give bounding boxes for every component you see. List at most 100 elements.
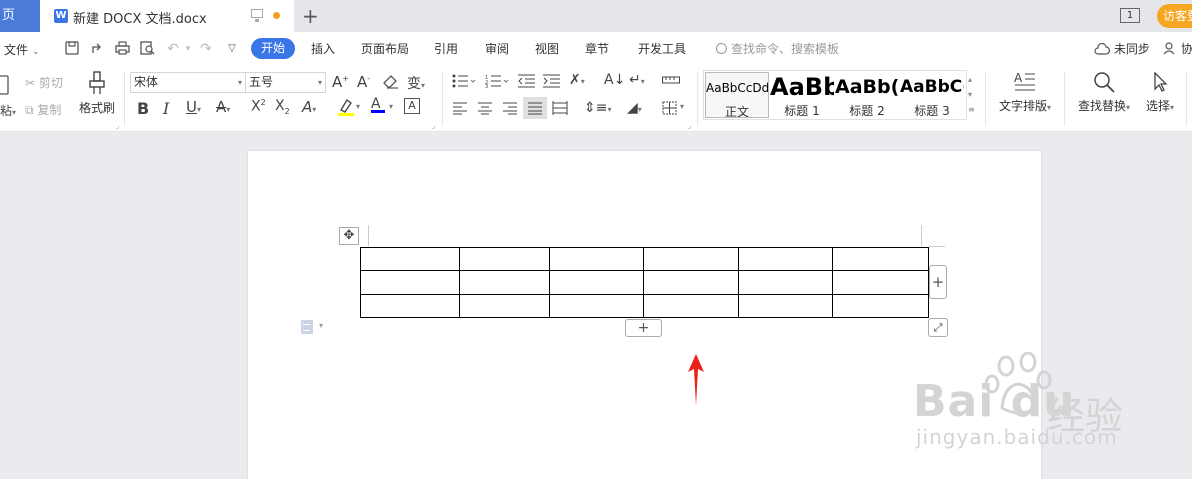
text-effects-icon[interactable]: A▾ bbox=[302, 98, 316, 116]
undo-dropdown-icon[interactable]: ▾ bbox=[180, 41, 196, 57]
visitor-login-button[interactable]: 访客登 bbox=[1157, 4, 1192, 28]
tab-page-layout[interactable]: 页面布局 bbox=[361, 40, 409, 57]
strikethrough-icon[interactable]: A▾ bbox=[216, 98, 230, 116]
table-cell[interactable] bbox=[643, 270, 740, 295]
table-cell[interactable] bbox=[458, 246, 550, 272]
bullet-list-icon[interactable] bbox=[452, 74, 476, 91]
distributed-align-icon[interactable] bbox=[552, 101, 568, 118]
table-cell[interactable] bbox=[360, 246, 460, 272]
shading-icon[interactable]: ◢▾ bbox=[627, 100, 642, 116]
chevron-down-icon[interactable]: ▾ bbox=[389, 102, 393, 111]
copy-button[interactable]: ⧉ 复制 bbox=[25, 101, 61, 118]
redo-icon[interactable]: ↷ bbox=[198, 41, 214, 57]
paragraph-expand-icon[interactable]: ⌟ bbox=[688, 122, 691, 130]
subscript-icon[interactable]: X2 bbox=[275, 98, 290, 116]
table-cell[interactable] bbox=[548, 270, 645, 295]
style-heading-2[interactable]: AaBb( 标题 2 bbox=[835, 72, 899, 118]
highlight-color-icon[interactable] bbox=[337, 97, 355, 120]
justify-icon[interactable] bbox=[523, 97, 547, 119]
table-move-handle[interactable]: ✥ bbox=[339, 227, 359, 245]
style-normal[interactable]: AaBbCcDd 正文 bbox=[705, 72, 769, 118]
superscript-icon[interactable]: X2 bbox=[251, 98, 266, 115]
export-icon[interactable] bbox=[89, 41, 105, 57]
increase-indent-icon[interactable] bbox=[543, 74, 561, 91]
table-cell[interactable] bbox=[360, 293, 460, 319]
bold-icon[interactable]: B bbox=[137, 99, 149, 118]
italic-icon[interactable]: I bbox=[163, 99, 169, 118]
table-resize-handle[interactable]: ⤢ bbox=[928, 318, 948, 337]
paste-icon[interactable] bbox=[0, 74, 10, 99]
print-preview-icon[interactable] bbox=[139, 41, 155, 57]
character-border-icon[interactable]: A bbox=[404, 98, 420, 114]
align-center-icon[interactable] bbox=[477, 101, 493, 118]
table-cell[interactable] bbox=[548, 246, 645, 272]
format-painter-button[interactable]: 格式刷 bbox=[78, 70, 116, 116]
table-cell[interactable] bbox=[832, 270, 929, 295]
tab-section[interactable]: 章节 bbox=[585, 40, 609, 57]
table-cell[interactable] bbox=[643, 246, 740, 272]
show-marks-icon[interactable]: ↵▾ bbox=[629, 72, 645, 88]
table-cell[interactable] bbox=[738, 270, 834, 295]
monitor-icon[interactable] bbox=[251, 9, 263, 22]
paragraph-layout-icon[interactable] bbox=[301, 320, 313, 334]
phonetic-guide-icon[interactable]: 变▾ bbox=[407, 73, 425, 93]
borders-icon[interactable] bbox=[662, 101, 678, 118]
table-cell[interactable] bbox=[458, 270, 550, 295]
table-cell[interactable] bbox=[548, 293, 645, 319]
style-heading-1[interactable]: AaBb 标题 1 bbox=[770, 72, 834, 118]
line-spacing-icon[interactable]: ⇕≡▾ bbox=[584, 100, 611, 116]
table-cell[interactable] bbox=[643, 293, 740, 319]
page-view-icon[interactable]: 1 bbox=[1120, 8, 1140, 23]
decrease-indent-icon[interactable] bbox=[518, 74, 536, 91]
unsaved-dot-icon[interactable] bbox=[273, 12, 280, 19]
style-heading-3[interactable]: AaBbC( 标题 3 bbox=[900, 72, 964, 118]
save-icon[interactable] bbox=[64, 41, 80, 57]
text-layout-button[interactable]: A 文字排版▾ bbox=[994, 70, 1056, 114]
table-cell[interactable] bbox=[738, 293, 834, 319]
numbered-list-icon[interactable]: 123 bbox=[485, 74, 509, 91]
chinese-layout-icon[interactable]: ✗▾ bbox=[569, 72, 585, 88]
align-left-icon[interactable] bbox=[452, 101, 468, 118]
cut-button[interactable]: ✂ 剪切 bbox=[25, 74, 63, 91]
tab-review[interactable]: 审阅 bbox=[485, 40, 509, 57]
table-cell[interactable] bbox=[458, 293, 550, 319]
font-name-select[interactable]: 宋体 ▾ bbox=[130, 72, 246, 93]
chevron-down-icon[interactable]: ▾ bbox=[680, 102, 684, 111]
add-column-button[interactable]: + bbox=[929, 265, 947, 299]
table-cell[interactable] bbox=[738, 246, 834, 272]
find-replace-button[interactable]: 查找替换▾ bbox=[1072, 70, 1136, 114]
chevron-down-icon[interactable]: ▾ bbox=[319, 321, 323, 330]
increase-font-size-icon[interactable]: A+ bbox=[332, 73, 349, 91]
decrease-font-size-icon[interactable]: A- bbox=[357, 73, 370, 91]
sync-status[interactable]: 未同步 bbox=[1094, 40, 1150, 57]
tab-insert[interactable]: 插入 bbox=[311, 40, 335, 57]
command-search[interactable]: 查找命令、搜索模板 bbox=[716, 40, 839, 57]
print-icon[interactable] bbox=[114, 41, 130, 57]
table-cell[interactable] bbox=[832, 246, 929, 272]
font-color-icon[interactable]: A bbox=[371, 96, 385, 113]
file-menu[interactable]: 文件 ⌄ bbox=[4, 41, 40, 58]
font-size-select[interactable]: 五号 ▾ bbox=[245, 72, 326, 93]
table-cell[interactable] bbox=[832, 293, 929, 319]
document-tab[interactable]: W 新建 DOCX 文档.docx bbox=[40, 0, 294, 32]
collaborate-button[interactable]: 协 bbox=[1163, 40, 1192, 57]
align-right-icon[interactable] bbox=[502, 101, 518, 118]
add-row-button[interactable]: + bbox=[625, 319, 662, 337]
table-cell[interactable] bbox=[360, 270, 460, 295]
tab-view[interactable]: 视图 bbox=[535, 40, 559, 57]
tab-developer-tools[interactable]: 开发工具 bbox=[638, 40, 686, 57]
home-tab[interactable]: 页 bbox=[0, 0, 40, 32]
font-expand-icon[interactable]: ⌟ bbox=[432, 122, 435, 130]
sort-icon[interactable]: A↓ bbox=[604, 72, 625, 88]
styles-scroll[interactable]: ▴ ▾ ≡ bbox=[968, 72, 975, 117]
tab-references[interactable]: 引用 bbox=[434, 40, 458, 57]
paste-button[interactable]: 粘▾ bbox=[0, 102, 16, 119]
select-button[interactable]: 选择▾ bbox=[1140, 70, 1180, 114]
underline-icon[interactable]: U▾ bbox=[186, 98, 201, 116]
chevron-down-icon[interactable]: ▾ bbox=[356, 102, 360, 111]
undo-icon[interactable]: ↶ bbox=[165, 41, 181, 57]
new-tab-button[interactable]: + bbox=[302, 4, 319, 28]
clear-format-icon[interactable] bbox=[383, 74, 399, 92]
tab-home[interactable]: 开始 bbox=[251, 38, 295, 59]
customize-quick-access-icon[interactable]: ▽ bbox=[224, 41, 240, 57]
